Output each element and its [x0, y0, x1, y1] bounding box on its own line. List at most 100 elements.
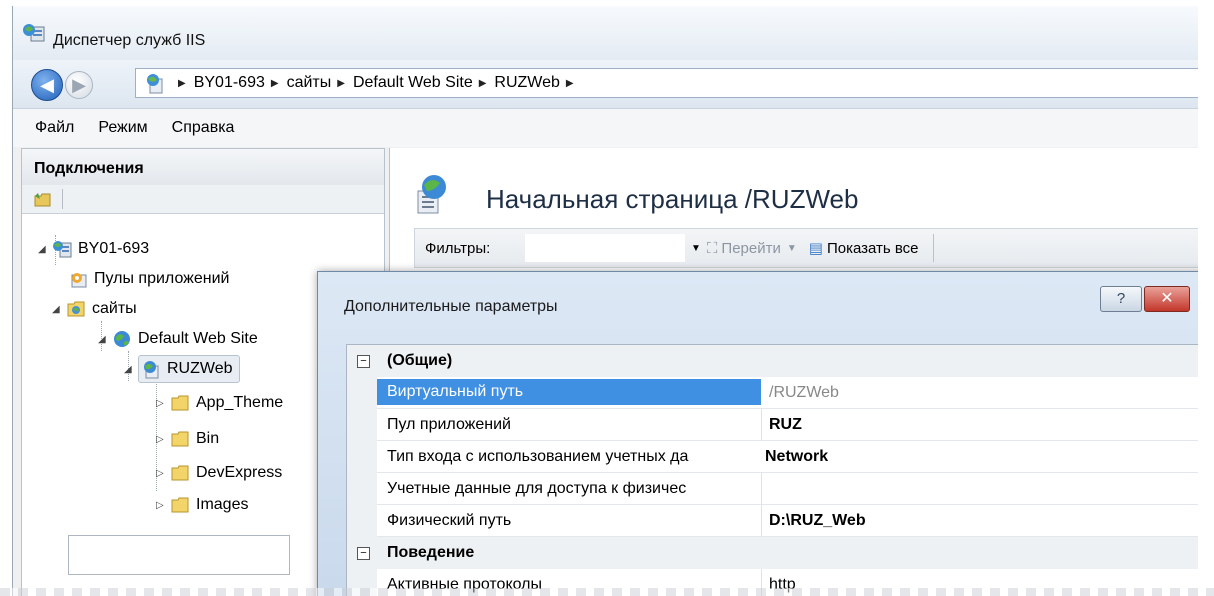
- go-dropdown-icon[interactable]: ▼: [787, 243, 797, 254]
- collapse-arrow-icon[interactable]: ◢: [38, 244, 50, 255]
- property-row[interactable]: Пул приложений RUZ: [347, 409, 1199, 441]
- window-title: Диспетчер служб IIS: [53, 32, 206, 49]
- show-all-label: Показать все: [826, 239, 919, 257]
- help-icon: ?: [1116, 290, 1126, 307]
- toolbar-separator: [932, 234, 934, 262]
- folder-icon: [171, 431, 189, 447]
- breadcrumb-item[interactable]: ▶ Default Web Site: [331, 74, 472, 92]
- advanced-settings-dialog: Дополнительные параметры ? ✕ − (Общие) В…: [317, 271, 1199, 596]
- filter-label: Фильтры:: [425, 239, 491, 257]
- tree-node-folder[interactable]: ▷ Images: [156, 491, 248, 519]
- menu-help[interactable]: Справка: [172, 119, 235, 137]
- category-row[interactable]: − (Общие): [347, 345, 1199, 377]
- breadcrumb-item[interactable]: ▶: [560, 78, 582, 89]
- column-divider: [761, 505, 762, 537]
- show-all-button[interactable]: ▤ Показать все: [808, 239, 919, 258]
- tree-node-server[interactable]: ◢ BY01-693: [38, 235, 149, 263]
- category-row[interactable]: − Поведение: [347, 537, 1199, 569]
- iis-app-icon: [23, 24, 45, 42]
- torn-edge-right: [1198, 0, 1214, 596]
- tree-node-label: App_Theme: [196, 394, 284, 411]
- go-button[interactable]: ⛶ Перейти: [707, 240, 781, 257]
- filter-toolbar: Фильтры: ▼ ⛶ Перейти ▼ ▤ Показать все: [414, 228, 1199, 268]
- add-connection-icon[interactable]: [34, 191, 52, 207]
- breadcrumb-label: BY01-693: [193, 74, 265, 91]
- property-value[interactable]: Network: [765, 448, 828, 466]
- go-label: Перейти: [721, 239, 781, 257]
- collapse-arrow-icon[interactable]: ◢: [124, 364, 136, 375]
- folder-icon: [171, 395, 189, 411]
- column-divider: [761, 409, 762, 441]
- torn-edge-bottom: [0, 588, 1214, 596]
- breadcrumb-label: сайты: [286, 74, 332, 91]
- breadcrumb-separator-icon: ▶: [178, 77, 186, 89]
- collapse-toggle-icon[interactable]: −: [357, 355, 370, 368]
- row-gutter: [347, 409, 377, 441]
- tree-node-label: BY01-693: [78, 240, 150, 257]
- expand-arrow-icon[interactable]: ▷: [156, 468, 168, 479]
- tree-node-folder[interactable]: ▷ App_Theme: [156, 389, 283, 417]
- tree-node-label: Пулы приложений: [94, 270, 230, 287]
- tree-node-label: DevExpress: [196, 464, 283, 481]
- back-arrow-icon: ◀: [40, 74, 54, 95]
- tree-node-default-site[interactable]: ◢ Default Web Site: [98, 325, 258, 353]
- forward-button[interactable]: ▶: [65, 71, 93, 99]
- menu-bar: Файл Режим Справка: [13, 109, 1199, 147]
- forward-arrow-icon: ▶: [72, 74, 86, 95]
- page-title: Начальная страница /RUZWeb: [486, 184, 859, 214]
- expand-arrow-icon[interactable]: ▷: [156, 398, 168, 409]
- expand-arrow-icon[interactable]: ▷: [156, 434, 168, 445]
- title-bar: Диспетчер служб IIS: [13, 6, 1199, 60]
- tree-node-app[interactable]: ◢ RUZWeb: [124, 355, 240, 383]
- toolbar-separator: [62, 189, 63, 209]
- app-pools-icon: [71, 273, 87, 288]
- collapse-arrow-icon[interactable]: ◢: [52, 304, 64, 315]
- property-row[interactable]: Тип входа с использованием учетных да Ne…: [347, 441, 1199, 473]
- breadcrumb-label: Default Web Site: [352, 74, 473, 91]
- filter-input[interactable]: [525, 234, 685, 262]
- tree-selection: RUZWeb: [138, 355, 240, 383]
- property-name: Пул приложений: [387, 416, 511, 433]
- address-bar[interactable]: ▶ BY01-693 ▶ сайты ▶ Default Web Site ▶ …: [135, 68, 1199, 98]
- property-name: Тип входа с использованием учетных да: [387, 448, 689, 465]
- property-value[interactable]: RUZ: [769, 416, 802, 434]
- web-application-icon: [144, 361, 159, 379]
- close-icon: ✕: [1160, 290, 1174, 307]
- show-all-icon: ▤: [808, 240, 823, 257]
- navigation-bar: ◀ ▶ ▶ BY01-693 ▶ сайты ▶ Default Web Sit…: [13, 60, 1199, 109]
- breadcrumb-item[interactable]: ▶ сайты: [265, 74, 331, 92]
- filter-dropdown-icon[interactable]: ▼: [691, 243, 701, 254]
- breadcrumb-item[interactable]: ▶ RUZWeb: [473, 74, 560, 92]
- column-divider: [761, 473, 762, 505]
- breadcrumb-item[interactable]: ▶ BY01-693: [172, 74, 265, 92]
- tree-node-folder[interactable]: ▷ Bin: [156, 425, 219, 453]
- property-name: Учетные данные для доступа к физичес: [387, 480, 687, 497]
- menu-view[interactable]: Режим: [98, 119, 147, 137]
- tree-node-app-pools[interactable]: Пулы приложений: [68, 265, 229, 293]
- property-row[interactable]: Виртуальный путь /RUZWeb: [347, 377, 1199, 409]
- breadcrumb-label: RUZWeb: [494, 74, 560, 91]
- iis-manager-window: Диспетчер служб IIS ◀ ▶ ▶ BY01-693 ▶ сай…: [12, 6, 1199, 596]
- help-button[interactable]: ?: [1100, 286, 1142, 312]
- server-icon: [53, 241, 72, 258]
- row-gutter: [347, 377, 377, 409]
- connections-globe-icon: [147, 74, 163, 94]
- category-name: (Общие): [387, 352, 453, 369]
- tree-node-folder[interactable]: ▷ DevExpress: [156, 459, 282, 487]
- row-gutter: [347, 505, 377, 537]
- property-value[interactable]: D:\RUZ_Web: [769, 512, 866, 530]
- breadcrumb-separator-icon: ▶: [270, 77, 279, 89]
- property-value[interactable]: /RUZWeb: [769, 384, 839, 402]
- collapse-toggle-icon[interactable]: −: [357, 547, 370, 560]
- property-row[interactable]: Физический путь D:\RUZ_Web: [347, 505, 1199, 537]
- collapse-arrow-icon[interactable]: ◢: [98, 334, 110, 345]
- menu-file[interactable]: Файл: [35, 119, 74, 137]
- close-button[interactable]: ✕: [1144, 286, 1190, 312]
- expand-arrow-icon[interactable]: ▷: [156, 500, 168, 511]
- breadcrumb-separator-icon: ▶: [565, 77, 574, 89]
- back-button[interactable]: ◀: [31, 69, 63, 101]
- tree-node-sites[interactable]: ◢ сайты: [52, 295, 137, 323]
- sites-folder-icon: [67, 301, 85, 317]
- row-gutter: [347, 473, 377, 505]
- property-row[interactable]: Учетные данные для доступа к физичес: [347, 473, 1199, 505]
